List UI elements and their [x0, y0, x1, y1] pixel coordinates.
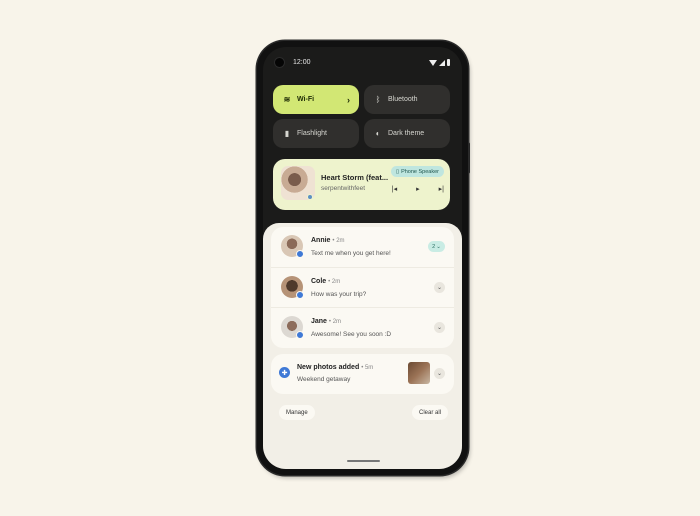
- notification-jane[interactable]: Jane • 2m Awesome! See you soon :D ⌄: [271, 307, 454, 347]
- cellular-signal-icon: [439, 59, 445, 66]
- status-bar: 12:00: [263, 47, 462, 75]
- wifi-icon: [429, 59, 437, 66]
- play-icon[interactable]: ▸: [416, 185, 420, 193]
- tile-label: Wi-Fi: [297, 96, 315, 103]
- message-preview: How was your trip?: [311, 291, 367, 298]
- chevron-down-icon: ⌄: [436, 243, 441, 250]
- speaker-icon: ▯: [396, 168, 400, 175]
- media-player[interactable]: Heart Storm (feat... serpentwithfeet ▯ P…: [273, 159, 450, 210]
- dark-theme-icon: ◐: [375, 129, 381, 138]
- tile-wifi[interactable]: ≋ Wi-Fi ›: [273, 85, 359, 114]
- chevron-down-icon: ⌄: [436, 285, 443, 291]
- timestamp: 5m: [364, 365, 374, 371]
- expand-button[interactable]: ⌄: [434, 322, 445, 333]
- front-camera: [275, 58, 284, 67]
- sender-name: Jane: [311, 318, 327, 325]
- messages-app-icon: [296, 291, 304, 299]
- output-device-chip[interactable]: ▯ Phone Speaker: [391, 166, 444, 177]
- previous-icon[interactable]: |◂: [392, 185, 397, 193]
- notification-title: New photos added: [297, 364, 360, 371]
- tile-label: Dark theme: [388, 130, 425, 137]
- quick-settings: ≋ Wi-Fi › ᛒ Bluetooth ▮ Flashlight ◐ Dar…: [273, 85, 450, 148]
- song-title: Heart Storm (feat...: [321, 173, 389, 182]
- notification-shade: Annie • 2m Text me when you get here! 2 …: [263, 223, 462, 469]
- sender-name: Cole: [311, 278, 327, 285]
- clear-all-button[interactable]: Clear all: [411, 405, 448, 420]
- notification-annie[interactable]: Annie • 2m Text me when you get here! 2 …: [271, 227, 454, 267]
- gesture-nav-bar[interactable]: [347, 460, 380, 462]
- tile-label: Flashlight: [297, 130, 327, 137]
- expand-button[interactable]: ⌄: [434, 368, 445, 379]
- tile-flashlight[interactable]: ▮ Flashlight: [273, 119, 359, 148]
- timestamp: 2m: [332, 319, 342, 325]
- tile-bluetooth[interactable]: ᛒ Bluetooth: [364, 85, 450, 114]
- timestamp: 2m: [336, 238, 345, 244]
- conversation-group: Annie • 2m Text me when you get here! 2 …: [271, 227, 454, 348]
- expand-button[interactable]: ⌄: [434, 282, 445, 293]
- message-preview: Text me when you get here!: [311, 250, 391, 257]
- chevron-right-icon[interactable]: ›: [347, 95, 350, 105]
- photos-app-icon: ✚: [279, 367, 290, 378]
- message-count: 2: [432, 243, 436, 250]
- manage-button[interactable]: Manage: [279, 405, 315, 420]
- expand-button[interactable]: 2 ⌄: [428, 241, 445, 252]
- flashlight-icon: ▮: [284, 129, 290, 138]
- phone-frame: 12:00 ≋ Wi-Fi › ᛒ Bluetooth ▮ Flashlight: [257, 41, 468, 475]
- chevron-down-icon: ⌄: [436, 371, 443, 377]
- wifi-icon: ≋: [283, 95, 291, 104]
- notification-cole[interactable]: Cole • 2m How was your trip? ⌄: [271, 267, 454, 307]
- next-icon[interactable]: ▸|: [439, 185, 444, 193]
- bluetooth-icon: ᛒ: [375, 95, 381, 104]
- notification-body: Weekend getaway: [297, 376, 351, 383]
- screen: 12:00 ≋ Wi-Fi › ᛒ Bluetooth ▮ Flashlight: [263, 47, 462, 469]
- messages-app-icon: [296, 250, 304, 258]
- clock: 12:00: [293, 59, 311, 66]
- tile-dark-theme[interactable]: ◐ Dark theme: [364, 119, 450, 148]
- photo-thumbnail: [408, 362, 430, 384]
- sender-name: Annie: [311, 237, 331, 244]
- artist-name: serpentwithfeet: [321, 185, 366, 192]
- messages-app-icon: [296, 331, 304, 339]
- chevron-down-icon: ⌄: [436, 325, 443, 331]
- notification-photos[interactable]: ✚ New photos added • 5m Weekend getaway …: [271, 354, 454, 394]
- app-badge-icon: [307, 194, 313, 200]
- output-device-label: Phone Speaker: [401, 168, 439, 175]
- message-preview: Awesome! See you soon :D: [311, 331, 392, 338]
- timestamp: 2m: [331, 279, 341, 285]
- battery-icon: [447, 59, 450, 66]
- tile-label: Bluetooth: [388, 96, 418, 103]
